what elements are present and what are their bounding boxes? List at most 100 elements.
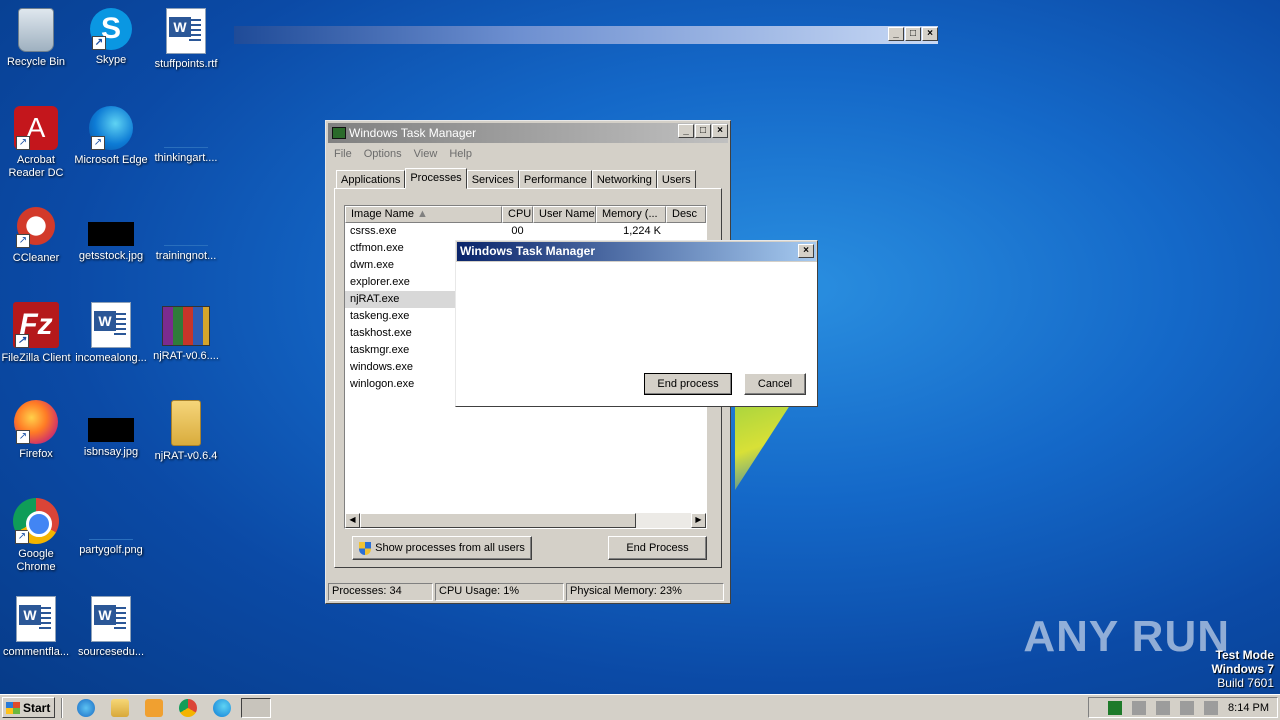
desktop-icon-firefox[interactable]: ↗ Firefox (0, 400, 74, 461)
network-status-icon[interactable] (1108, 700, 1123, 715)
menu-bar: File Options View Help (326, 145, 730, 163)
internet-explorer-icon[interactable] (77, 698, 95, 717)
desktop-icon-label: CCleaner (12, 252, 60, 264)
anyrun-watermark: ANY RUN (1023, 612, 1230, 661)
process-row[interactable]: csrss.exe 00 1,224 K (345, 223, 706, 240)
menu-options[interactable]: Options (364, 148, 402, 160)
minimize-button[interactable]: _ (888, 27, 904, 41)
close-button[interactable]: × (922, 27, 938, 41)
minimize-button[interactable]: _ (678, 124, 694, 138)
task-manager-titlebar[interactable]: Windows Task Manager _ □ × (328, 123, 728, 143)
word-document-icon: W (166, 8, 206, 54)
desktop-icon-trainingnot[interactable]: trainingnot... (148, 204, 224, 263)
network-icon[interactable] (1180, 700, 1195, 715)
desktop-icon-stuffpoints[interactable]: W stuffpoints.rtf (148, 8, 224, 71)
scroll-left-arrow-icon[interactable]: ◀ (345, 513, 360, 528)
start-button[interactable]: Start (2, 697, 55, 718)
tab-services[interactable]: Services (466, 170, 519, 189)
end-process-button[interactable]: End Process (608, 536, 707, 560)
menu-file[interactable]: File (334, 148, 352, 160)
chrome-icon: ↗ (13, 498, 59, 544)
dialog-end-process-button[interactable]: End process (644, 373, 732, 395)
close-button[interactable]: × (712, 124, 728, 138)
sort-ascending-icon: ▲ (417, 208, 428, 220)
clock[interactable]: 8:14 PM (1228, 702, 1269, 714)
process-cell-mem: 1,224 K (623, 225, 661, 237)
process-cell-name: csrss.exe (350, 225, 397, 237)
desktop-icon-label: Skype (95, 54, 127, 66)
task-manager-icon (332, 127, 346, 139)
windows-logo-icon (6, 701, 20, 714)
os-name-line: Windows 7 (1211, 662, 1274, 676)
desktop-icon-njrat-folder[interactable]: njRAT-v0.6.4 (148, 400, 224, 463)
show-all-processes-button[interactable]: Show processes from all users (352, 536, 532, 560)
volume-icon[interactable] (1156, 700, 1171, 715)
tab-applications[interactable]: Applications (336, 170, 406, 189)
acrobat-icon: A ↗ (14, 106, 58, 150)
desktop-icon-label: FileZilla Client (1, 352, 71, 364)
desktop-icon-recycle-bin[interactable]: Recycle Bin (0, 8, 74, 69)
recycle-bin-icon (18, 8, 54, 52)
desktop-icon-njrat-archive[interactable]: njRAT-v0.6.... (148, 302, 224, 363)
desktop-icon-label: partygolf.png (79, 544, 143, 556)
desktop-icon-edge[interactable]: ↗ Microsoft Edge (73, 106, 149, 167)
dialog-titlebar[interactable]: Windows Task Manager (457, 242, 816, 261)
image-file-icon (89, 518, 133, 540)
process-cell-user (533, 223, 596, 240)
tab-strip: Applications Processes Services Performa… (336, 168, 696, 189)
desktop-icon-isbnsay[interactable]: isbnsay.jpg (73, 400, 149, 459)
desktop-icon-label: isbnsay.jpg (83, 446, 139, 458)
maximize-button[interactable]: □ (905, 27, 921, 41)
tab-users[interactable]: Users (656, 170, 696, 189)
column-user-name[interactable]: User Name (533, 206, 596, 223)
desktop-icon-commentfla[interactable]: W commentfla... (0, 596, 74, 659)
chrome-taskbar-icon[interactable] (179, 698, 197, 717)
word-document-icon: W (91, 302, 131, 348)
menu-help[interactable]: Help (449, 148, 472, 160)
tab-networking[interactable]: Networking (591, 170, 657, 189)
maximize-button[interactable]: □ (695, 124, 711, 138)
desktop-icon-partygolf[interactable]: partygolf.png (73, 498, 149, 557)
image-file-icon (88, 418, 134, 442)
desktop-icon-sourcesedu[interactable]: W sourcesedu... (73, 596, 149, 659)
media-player-icon[interactable] (145, 698, 163, 717)
desktop-icon-label: commentfla... (2, 646, 70, 658)
window-controls: _ □ × (888, 26, 938, 41)
column-image-name[interactable]: Image Name ▲ (345, 206, 502, 223)
scrollbar-thumb[interactable] (360, 513, 636, 528)
edge-icon: ↗ (89, 106, 133, 150)
column-cpu[interactable]: CPU (502, 206, 533, 223)
dialog-cancel-button[interactable]: Cancel (744, 373, 806, 395)
system-tray: 8:14 PM (1088, 697, 1278, 718)
flag-icon[interactable] (1204, 700, 1219, 715)
desktop-icon-incomealong[interactable]: W incomealong... (73, 302, 149, 365)
desktop-icon-acrobat[interactable]: A ↗ Acrobat Reader DC (0, 106, 74, 180)
desktop-icon-thinkingart[interactable]: thinkingart.... (148, 106, 224, 165)
taskbar-separator (61, 697, 63, 718)
task-manager-taskbar-button[interactable] (241, 697, 271, 718)
file-explorer-icon[interactable] (111, 698, 129, 717)
desktop-icon-label: sourcesedu... (77, 646, 145, 658)
column-memory[interactable]: Memory (... (596, 206, 666, 223)
action-center-icon[interactable] (1132, 700, 1147, 715)
desktop-icon-getsstock[interactable]: getsstock.jpg (73, 204, 149, 263)
desktop-icon-label: Recycle Bin (6, 56, 66, 68)
desktop-icon-skype[interactable]: S ↗ Skype (73, 8, 149, 67)
tab-performance[interactable]: Performance (518, 170, 592, 189)
horizontal-scrollbar[interactable]: ◀ ▶ (345, 513, 706, 528)
menu-view[interactable]: View (414, 148, 438, 160)
desktop-icon-chrome[interactable]: ↗ Google Chrome (0, 498, 74, 574)
filezilla-icon: Fz ↗ (13, 302, 59, 348)
column-description[interactable]: Desc (666, 206, 706, 223)
desktop-icon-filezilla[interactable]: Fz ↗ FileZilla Client (0, 302, 74, 365)
dialog-close-button[interactable]: × (798, 244, 814, 258)
status-cpu-usage: CPU Usage: 1% (435, 583, 564, 601)
background-window-titlebar[interactable]: _ □ × (234, 26, 938, 44)
edge-taskbar-icon[interactable] (213, 698, 231, 717)
process-cell-desc (666, 223, 706, 240)
desktop-icon-label: njRAT-v0.6.... (153, 350, 219, 362)
scroll-right-arrow-icon[interactable]: ▶ (691, 513, 706, 528)
image-file-icon (88, 222, 134, 246)
tab-processes[interactable]: Processes (405, 168, 467, 189)
desktop-icon-ccleaner[interactable]: ↗ CCleaner (0, 204, 74, 265)
